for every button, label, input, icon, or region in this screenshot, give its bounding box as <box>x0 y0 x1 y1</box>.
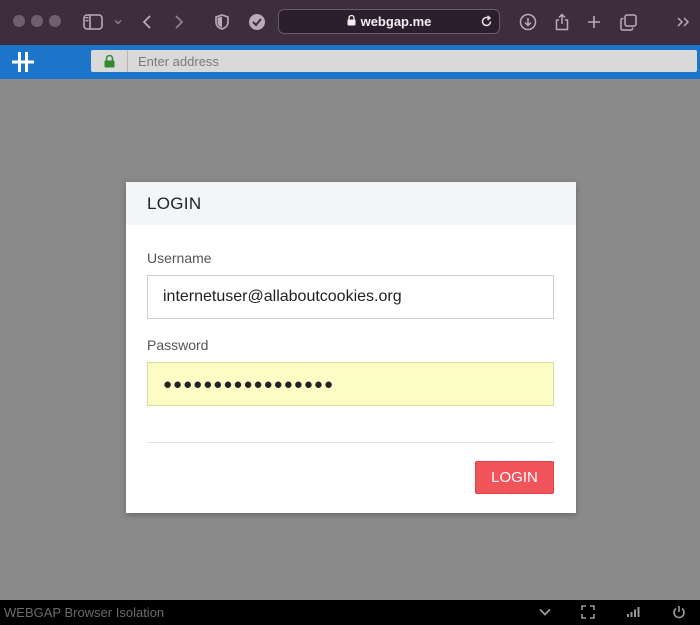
power-icon[interactable] <box>672 604 686 620</box>
window-zoom-button[interactable] <box>49 15 61 27</box>
downloads-icon[interactable] <box>518 11 538 33</box>
chevron-down-icon[interactable] <box>538 604 552 620</box>
login-dialog-header: LOGIN <box>126 182 576 225</box>
login-button[interactable]: LOGIN <box>475 461 554 494</box>
dialog-divider <box>147 442 554 443</box>
forward-icon[interactable] <box>171 11 187 33</box>
username-label: Username <box>147 250 212 266</box>
privacy-shield-icon[interactable] <box>213 11 231 33</box>
reload-icon[interactable] <box>480 15 493 33</box>
sidebar-toggle-icon[interactable] <box>82 11 104 33</box>
checkmark-extension-icon[interactable] <box>247 11 267 33</box>
username-input[interactable] <box>147 275 554 319</box>
window-minimize-button[interactable] <box>31 15 43 27</box>
more-chevrons-icon[interactable] <box>675 11 691 33</box>
webgap-logo-icon[interactable] <box>11 51 35 73</box>
tab-overview-icon[interactable] <box>618 11 638 33</box>
signal-strength-icon <box>626 604 640 620</box>
secure-lock-icon <box>91 50 128 72</box>
password-label: Password <box>147 337 209 353</box>
chevron-down-icon[interactable] <box>112 11 124 33</box>
password-input[interactable]: ●●●●●●●●●●●●●●●●● <box>147 362 554 406</box>
url-text: webgap.me <box>360 14 432 29</box>
login-title: LOGIN <box>147 194 202 213</box>
new-tab-icon[interactable] <box>585 11 603 33</box>
url-field[interactable]: webgap.me <box>278 9 500 34</box>
back-icon[interactable] <box>139 11 155 33</box>
password-mask: ●●●●●●●●●●●●●●●●● <box>163 375 335 393</box>
fullscreen-icon[interactable] <box>581 604 595 620</box>
login-dialog: LOGIN Username Password ●●●●●●●●●●●●●●●●… <box>126 182 576 513</box>
address-input[interactable] <box>132 50 692 72</box>
window-close-button[interactable] <box>13 15 25 27</box>
status-text: WEBGAP Browser Isolation <box>4 605 165 620</box>
lock-icon <box>347 13 356 31</box>
share-icon[interactable] <box>552 11 572 33</box>
